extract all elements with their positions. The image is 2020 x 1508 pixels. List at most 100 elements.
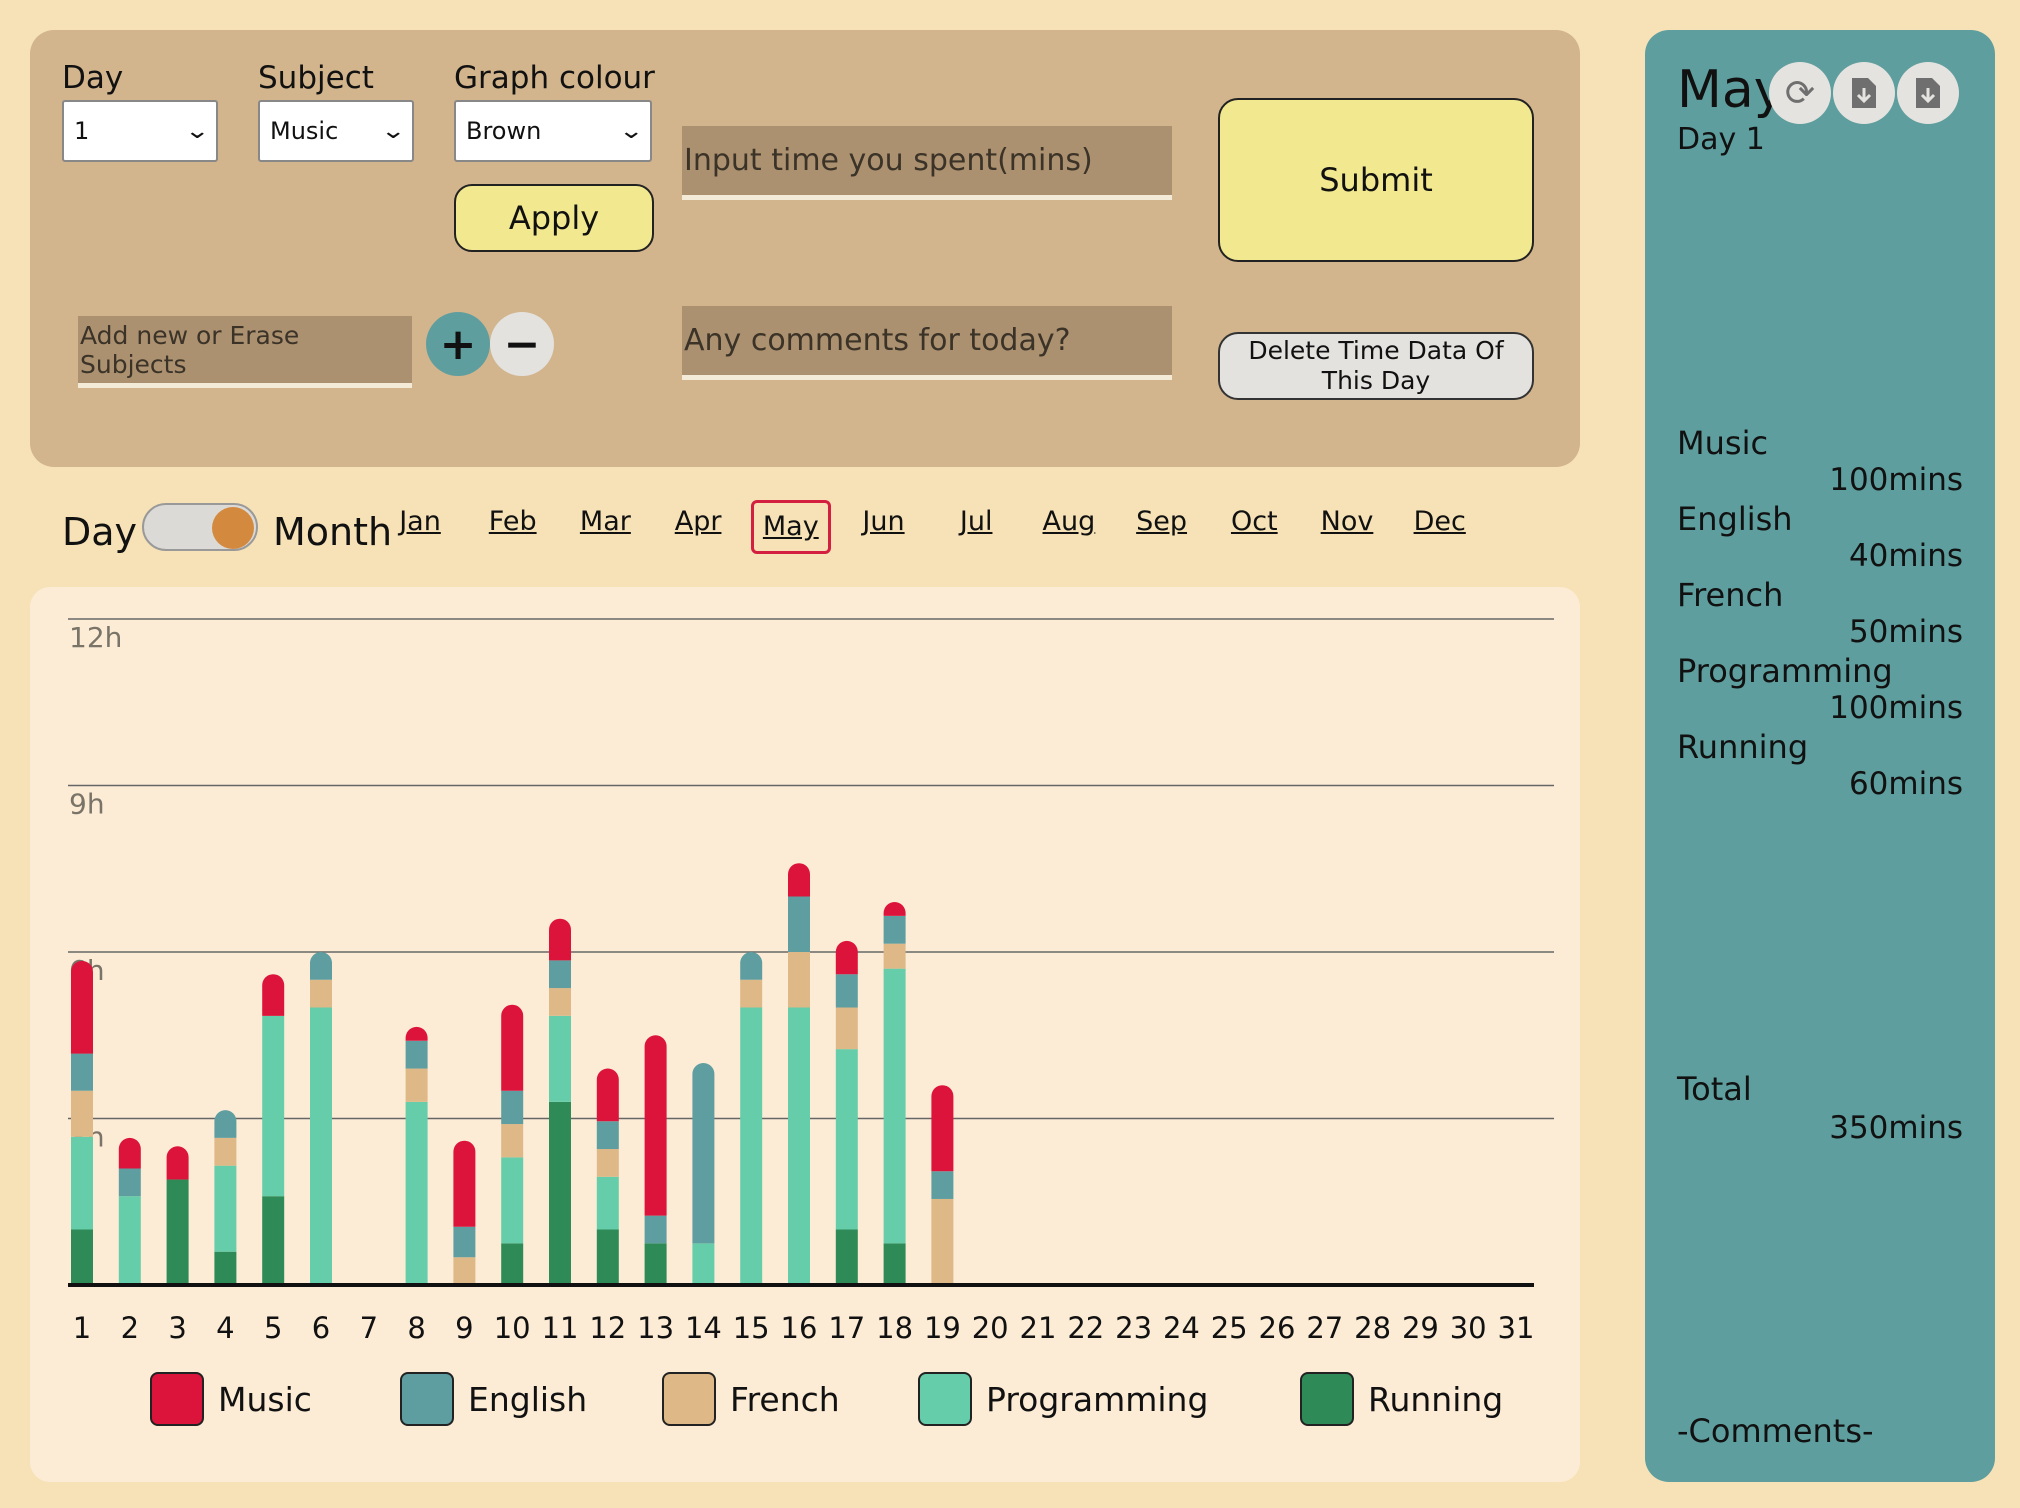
- add-subject-button[interactable]: +: [426, 312, 490, 376]
- download-file-icon[interactable]: [1833, 62, 1895, 124]
- bar-segment-english: [788, 896, 810, 952]
- summary-subject-name: Programming: [1677, 652, 1893, 690]
- bar-segment-french: [835, 1007, 858, 1050]
- chevron-down-icon: ⌄: [379, 118, 406, 144]
- y-tick-label: 9h: [69, 788, 105, 821]
- summary-total-label: Total: [1677, 1070, 1752, 1108]
- bar-segment-english: [740, 952, 763, 980]
- x-tick-label: 13: [637, 1311, 674, 1345]
- legend-swatch: [662, 1372, 716, 1426]
- subjects-input[interactable]: Add new or Erase Subjects: [78, 316, 412, 388]
- x-tick-label: 27: [1306, 1311, 1343, 1345]
- bar-segment-programming: [692, 1243, 715, 1285]
- bar-segment-french: [214, 1137, 237, 1166]
- x-tick-label: 15: [733, 1311, 770, 1345]
- summary-subject-mins: 100mins: [1829, 690, 1963, 726]
- day-summary-panel: May Day 1 ⟳ Music 100mins English 40mins Fre…: [1645, 30, 1995, 1482]
- month-tab-jun[interactable]: Jun: [844, 500, 924, 554]
- x-tick-label: 29: [1402, 1311, 1439, 1345]
- month-view-label: Month: [273, 510, 393, 554]
- legend-item-programming: Programming: [918, 1372, 1208, 1426]
- legend-label: Music: [218, 1379, 312, 1419]
- graph-colour-select[interactable]: Brown ⌄: [454, 100, 652, 162]
- day-view-label: Day: [62, 510, 138, 554]
- input-panel: Day 1 ⌄ Subject Music ⌄ Graph colour Bro…: [30, 30, 1580, 467]
- bar-segment-programming: [883, 968, 906, 1244]
- x-tick-label: 7: [360, 1311, 378, 1345]
- x-tick-label: 2: [121, 1311, 139, 1345]
- bar-segment-french: [501, 1124, 524, 1158]
- bar-segment-english: [931, 1171, 954, 1199]
- bar-segment-running: [166, 1179, 189, 1285]
- month-tab-jul[interactable]: Jul: [936, 500, 1016, 554]
- submit-button[interactable]: Submit: [1218, 98, 1534, 262]
- bar-segment-programming: [71, 1136, 93, 1230]
- chart-card: 3h6h9h12h1234567891011121314151617181920…: [30, 587, 1580, 1482]
- bar-segment-programming: [835, 1049, 858, 1230]
- x-tick-label: 8: [407, 1311, 425, 1345]
- summary-subject-name: Music: [1677, 424, 1769, 462]
- month-tab-feb[interactable]: Feb: [473, 500, 553, 554]
- x-tick-label: 28: [1354, 1311, 1391, 1345]
- remove-subject-button[interactable]: −: [490, 312, 554, 376]
- download-file-icon-2[interactable]: [1897, 62, 1959, 124]
- bar-segment-english: [644, 1215, 667, 1244]
- summary-day: Day 1: [1677, 122, 1765, 157]
- subject-select-value: Music: [270, 117, 339, 145]
- summary-subject-name: French: [1677, 576, 1784, 614]
- summary-comments-label: -Comments-: [1677, 1412, 1874, 1450]
- bar-segment-running: [501, 1243, 524, 1285]
- legend-item-music: Music: [150, 1372, 312, 1426]
- bar-segment-english: [883, 915, 906, 944]
- bar-segment-running: [835, 1229, 858, 1285]
- legend-swatch: [918, 1372, 972, 1426]
- bar-segment-music: [405, 1026, 428, 1041]
- x-tick-label: 31: [1498, 1311, 1535, 1345]
- toggle-knob: [212, 507, 254, 549]
- stacked-bar-chart: 3h6h9h12h1234567891011121314151617181920…: [68, 618, 1554, 1345]
- graph-colour-select-value: Brown: [466, 117, 542, 145]
- subject-select[interactable]: Music ⌄: [258, 100, 414, 162]
- bar-segment-music: [931, 1085, 954, 1172]
- day-select-value: 1: [74, 117, 90, 145]
- bar-segment-english: [405, 1040, 428, 1069]
- month-tab-jan[interactable]: Jan: [380, 500, 460, 554]
- comments-input[interactable]: Any comments for today?: [682, 306, 1172, 380]
- x-tick-label: 12: [589, 1311, 626, 1345]
- summary-subject-mins: 100mins: [1829, 462, 1963, 498]
- day-select[interactable]: 1 ⌄: [62, 100, 218, 162]
- apply-button[interactable]: Apply: [454, 184, 654, 252]
- x-tick-label: 11: [542, 1311, 579, 1345]
- delete-day-data-button[interactable]: Delete Time Data Of This Day: [1218, 332, 1534, 400]
- month-tab-sep[interactable]: Sep: [1122, 500, 1202, 554]
- time-input[interactable]: Input time you spent(mins): [682, 126, 1172, 200]
- day-label: Day: [62, 60, 124, 96]
- legend-item-english: English: [400, 1372, 587, 1426]
- bar-segment-programming: [501, 1157, 524, 1244]
- month-tab-oct[interactable]: Oct: [1214, 500, 1294, 554]
- x-tick-label: 21: [1020, 1311, 1057, 1345]
- y-tick-label: 12h: [69, 621, 122, 654]
- refresh-icon[interactable]: ⟳: [1769, 62, 1831, 124]
- bar-segment-programming: [788, 1007, 810, 1285]
- bar-segment-running: [71, 1229, 93, 1285]
- day-month-toggle[interactable]: [142, 503, 258, 551]
- bar-segment-english: [71, 1053, 93, 1091]
- bar-segment-programming: [405, 1101, 428, 1285]
- legend-label: Running: [1368, 1379, 1504, 1419]
- month-tab-mar[interactable]: Mar: [565, 500, 645, 554]
- summary-total-value: 350mins: [1829, 1110, 1963, 1146]
- bar-segment-music: [71, 960, 93, 1054]
- x-tick-label: 18: [876, 1311, 913, 1345]
- month-tab-aug[interactable]: Aug: [1029, 500, 1109, 554]
- legend-label: Programming: [986, 1379, 1209, 1419]
- month-tab-may[interactable]: May: [750, 500, 831, 554]
- month-tab-apr[interactable]: Apr: [658, 500, 738, 554]
- month-tab-nov[interactable]: Nov: [1307, 500, 1387, 554]
- legend-item-running: Running: [1300, 1372, 1503, 1426]
- subject-label: Subject: [258, 60, 374, 96]
- bar-segment-music: [166, 1146, 189, 1180]
- bar-segment-programming: [740, 1007, 763, 1285]
- x-tick-label: 22: [1067, 1311, 1104, 1345]
- month-tab-dec[interactable]: Dec: [1400, 500, 1480, 554]
